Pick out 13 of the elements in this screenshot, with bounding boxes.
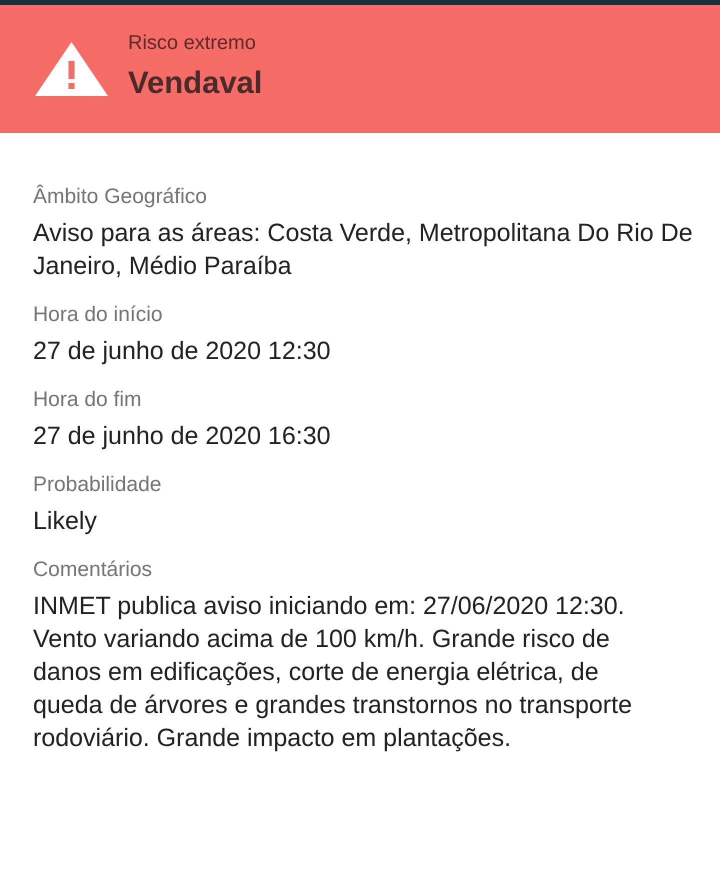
- field-value: Aviso para as áreas: Costa Verde, Metropolitana Do Rio De Janeiro, Médio Paraíba: [33, 218, 694, 282]
- alert-title: Vendaval: [128, 64, 262, 100]
- field-label: Hora do fim: [33, 388, 143, 412]
- field-label: Hora do início: [33, 303, 164, 327]
- field-label: Âmbito Geográfico: [33, 185, 208, 209]
- field-value: 27 de junho de 2020 12:30: [33, 336, 332, 367]
- field-value: INMET publica aviso iniciando em: 27/06/2020 12:30. Vento variando acima de 100 km/h. Grande risco de danos em edificações, corte de energia elétrica, de queda de árvores e grandes transtornos no transporte rodoviário. Grande impacto em plantações.: [33, 591, 633, 754]
- warning-icon: [35, 42, 108, 96]
- field-label: Comentários: [33, 558, 154, 582]
- field-value: Likely: [33, 506, 98, 537]
- field-value: 27 de junho de 2020 16:30: [33, 421, 332, 452]
- severity-label: Risco extremo: [128, 32, 257, 54]
- field-label: Probabilidade: [33, 473, 162, 497]
